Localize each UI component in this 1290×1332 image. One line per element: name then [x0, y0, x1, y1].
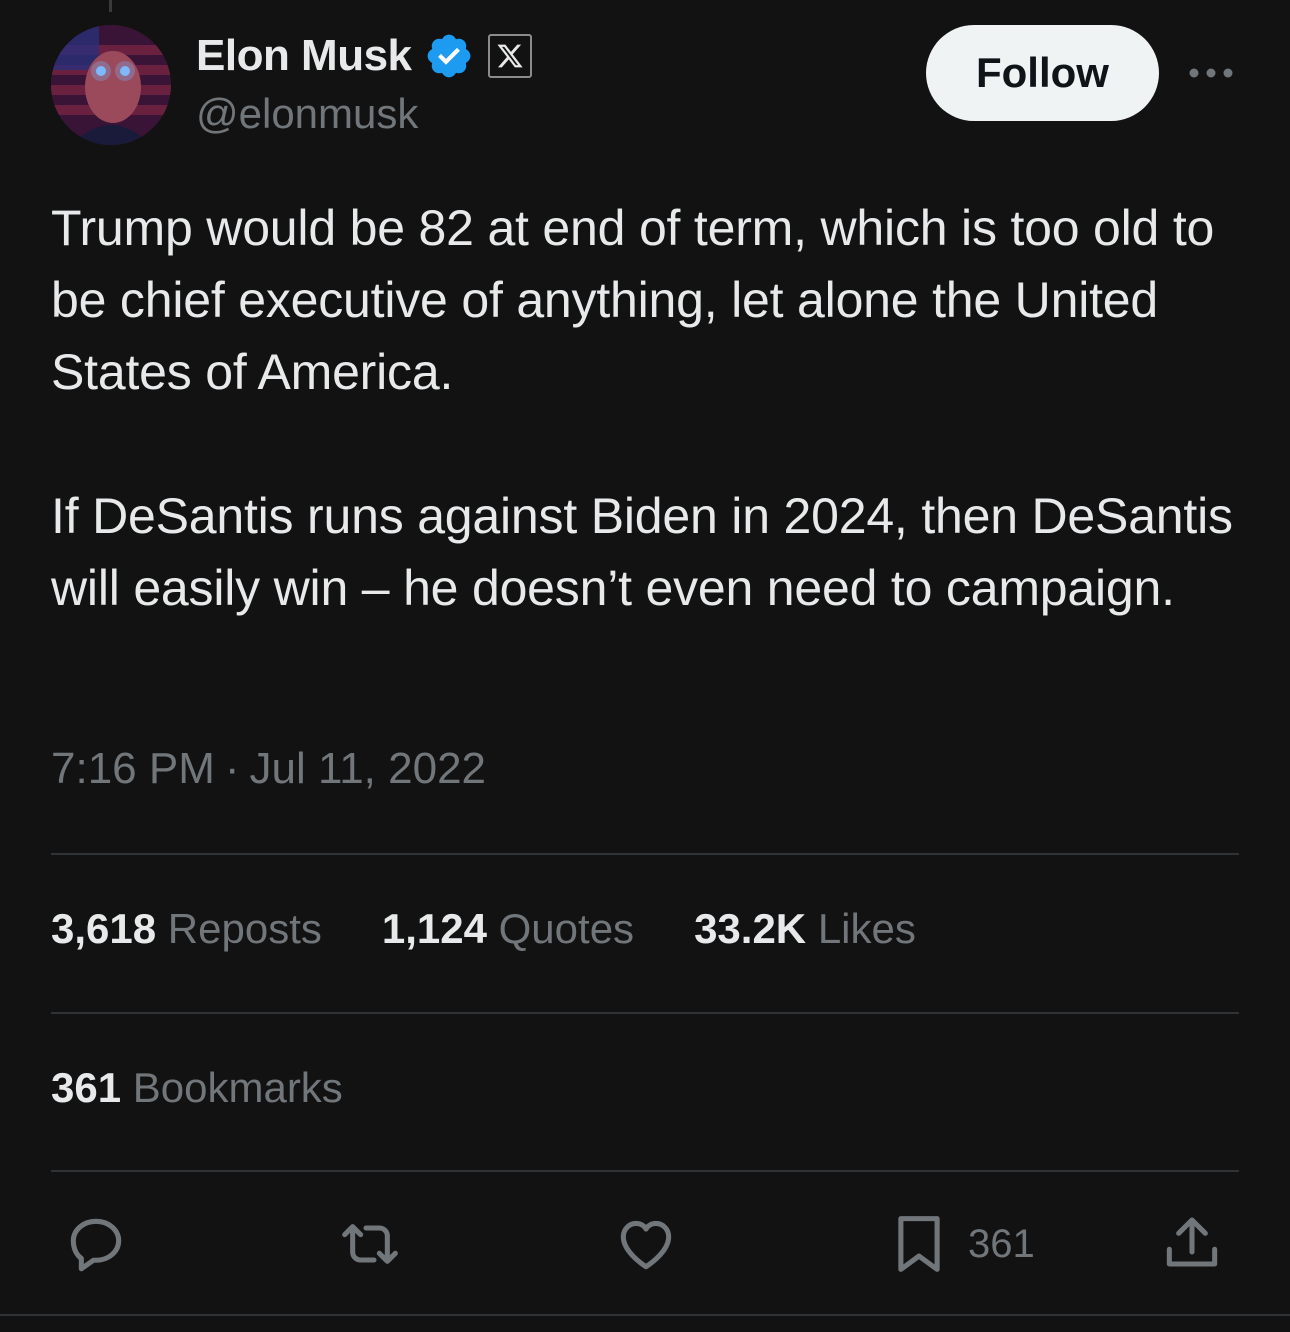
likes-label: Likes [817, 905, 916, 952]
author-name-row: Elon Musk [196, 28, 532, 84]
share-button[interactable] [1160, 1212, 1224, 1276]
quotes-label: Quotes [498, 905, 635, 952]
tweet-time: 7:16 PM [51, 744, 215, 793]
avatar[interactable] [51, 25, 171, 145]
divider [51, 1012, 1239, 1014]
tweet-text: Trump would be 82 at end of term, which … [51, 200, 1233, 616]
likes-stat[interactable]: 33.2K Likes [694, 905, 916, 953]
follow-button[interactable]: Follow [926, 25, 1159, 121]
reposts-stat[interactable]: 3,618 Reposts [51, 905, 322, 953]
author-handle[interactable]: @elonmusk [196, 90, 418, 138]
share-icon [1166, 1217, 1218, 1267]
likes-count: 33.2K [694, 905, 807, 952]
reposts-count: 3,618 [51, 905, 157, 952]
tweet-date: Jul 11, 2022 [249, 744, 487, 793]
more-horizontal-icon[interactable] [1186, 58, 1236, 88]
author-display-name[interactable]: Elon Musk [196, 31, 412, 81]
thread-connector-line [109, 0, 112, 12]
repost-icon [342, 1224, 398, 1264]
quotes-count: 1,124 [381, 905, 487, 952]
bottom-border [0, 1314, 1290, 1316]
tweet-timestamp[interactable]: 7:16 PM · Jul 11, 2022 [51, 744, 486, 794]
engagement-stats: 3,618 Reposts 1,124 Quotes 33.2K Likes [51, 905, 976, 953]
reply-icon [70, 1218, 122, 1272]
divider [51, 1170, 1239, 1172]
verified-badge-icon[interactable] [424, 31, 474, 81]
repost-button[interactable] [336, 1212, 404, 1276]
x-logo-icon[interactable] [487, 34, 532, 78]
bookmark-button[interactable]: 361 [890, 1212, 1035, 1276]
bookmarks-label: Bookmarks [132, 1064, 343, 1111]
timestamp-separator: · [224, 744, 240, 793]
reply-button[interactable] [64, 1212, 128, 1276]
bookmark-icon [898, 1216, 940, 1272]
bookmarks-stat[interactable]: 361 Bookmarks [51, 1064, 343, 1112]
divider [51, 853, 1239, 855]
reposts-label: Reposts [167, 905, 322, 952]
quotes-stat[interactable]: 1,124 Quotes [382, 905, 634, 953]
bookmark-action-count: 361 [968, 1221, 1035, 1266]
like-button[interactable] [614, 1212, 678, 1276]
bookmarks-count: 361 [51, 1064, 122, 1111]
heart-icon [620, 1220, 672, 1270]
